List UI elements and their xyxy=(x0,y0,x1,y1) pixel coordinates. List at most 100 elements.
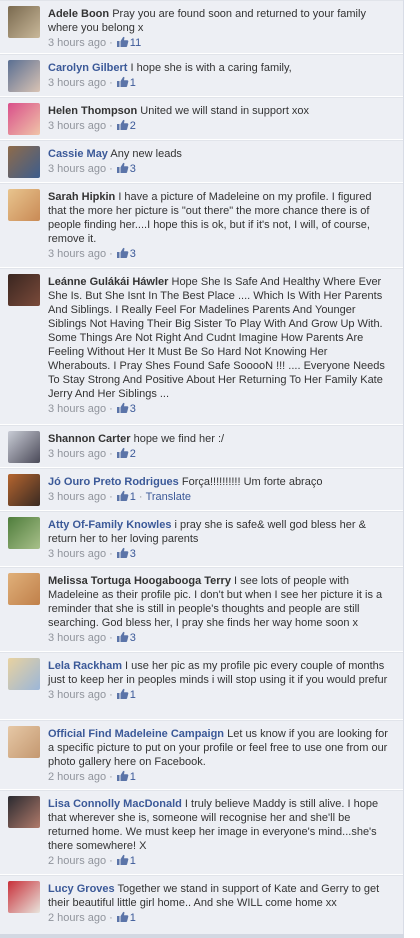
comment-text: Força!!!!!!!!!! Um forte abraço xyxy=(181,476,323,488)
comment-timestamp[interactable]: 3 hours ago xyxy=(48,120,106,132)
like-count-button[interactable]: 3 xyxy=(116,402,136,415)
thumbs-up-icon xyxy=(116,119,129,131)
like-count: 1 xyxy=(129,855,136,867)
like-count-button[interactable]: 1 xyxy=(116,76,136,89)
comment-body: Atty Of-Family Knowles i pray she is saf… xyxy=(48,518,392,561)
thumbs-up-icon xyxy=(116,547,129,559)
avatar[interactable] xyxy=(8,60,40,92)
list-bottom-border xyxy=(0,934,404,938)
comment-timestamp[interactable]: 3 hours ago xyxy=(48,77,106,89)
avatar[interactable] xyxy=(8,474,40,506)
comment-author[interactable]: Adele Boon xyxy=(48,8,109,20)
comment-timestamp[interactable]: 3 hours ago xyxy=(48,689,106,701)
comment-text-block: Shannon Carter hope we find her :/ xyxy=(48,432,392,446)
comment-body: Jó Ouro Preto Rodrigues Força!!!!!!!!!! … xyxy=(48,475,392,504)
comment-author[interactable]: Official Find Madeleine Campaign xyxy=(48,728,224,740)
like-count: 2 xyxy=(129,120,136,132)
comment-timestamp[interactable]: 3 hours ago xyxy=(48,632,106,644)
separator-dot: · xyxy=(109,771,113,783)
avatar[interactable] xyxy=(8,146,40,178)
like-count-button[interactable]: 2 xyxy=(116,119,136,132)
avatar[interactable] xyxy=(8,881,40,913)
comment-author[interactable]: Lucy Groves xyxy=(48,883,115,895)
like-count-button[interactable]: 11 xyxy=(116,36,141,49)
like-count: 1 xyxy=(129,491,136,503)
thumbs-up-icon xyxy=(116,911,129,923)
comment-author[interactable]: Cassie May xyxy=(48,148,108,160)
comment-text: I hope she is with a caring family, xyxy=(130,62,292,74)
comment-text-block: Melissa Tortuga Hoogabooga Terry I see l… xyxy=(48,574,392,630)
separator-dot: · xyxy=(109,403,113,415)
like-count-button[interactable]: 3 xyxy=(116,631,136,644)
separator-dot: · xyxy=(109,491,113,503)
comment-body: Lucy Groves Together we stand in support… xyxy=(48,882,392,925)
like-count-button[interactable]: 3 xyxy=(116,162,136,175)
separator-dot: · xyxy=(109,77,113,89)
avatar[interactable] xyxy=(8,517,40,549)
like-count-button[interactable]: 2 xyxy=(116,447,136,460)
like-count-button[interactable]: 3 xyxy=(116,547,136,560)
like-count-button[interactable]: 1 xyxy=(116,490,136,503)
comment-item: Leánne Gulákái Háwler Hope She Is Safe A… xyxy=(0,268,403,425)
comment-author[interactable]: Helen Thompson xyxy=(48,105,137,117)
thumbs-up-icon xyxy=(116,688,129,700)
comment-author[interactable]: Sarah Hipkin xyxy=(48,191,115,203)
like-count-button[interactable]: 1 xyxy=(116,911,136,924)
comment-author[interactable]: Leánne Gulákái Háwler xyxy=(48,276,168,288)
like-count-button[interactable]: 1 xyxy=(116,688,136,701)
avatar[interactable] xyxy=(8,274,40,306)
comment-text: Hope She Is Safe And Healthy Where Ever … xyxy=(48,276,385,400)
comment-text: United we will stand in support xox xyxy=(140,105,310,117)
comment-text: hope we find her :/ xyxy=(133,433,225,445)
comment-author[interactable]: Atty Of-Family Knowles xyxy=(48,519,171,531)
comment-author[interactable]: Lisa Connolly MacDonald xyxy=(48,798,182,810)
comment-timestamp[interactable]: 3 hours ago xyxy=(48,37,106,49)
separator-dot: · xyxy=(109,912,113,924)
thumbs-up-icon xyxy=(116,247,129,259)
avatar[interactable] xyxy=(8,6,40,38)
comment-timestamp[interactable]: 3 hours ago xyxy=(48,403,106,415)
like-count: 1 xyxy=(129,689,136,701)
comment-item: Carolyn Gilbert I hope she is with a car… xyxy=(0,54,403,97)
comment-timestamp[interactable]: 3 hours ago xyxy=(48,548,106,560)
separator-dot: · xyxy=(109,120,113,132)
translate-link[interactable]: Translate xyxy=(146,491,191,503)
avatar[interactable] xyxy=(8,726,40,758)
comment-body: Helen Thompson United we will stand in s… xyxy=(48,104,392,133)
avatar[interactable] xyxy=(8,103,40,135)
separator-dot: · xyxy=(109,548,113,560)
comment-meta: 3 hours ago · 2 xyxy=(48,447,392,461)
comment-timestamp[interactable]: 2 hours ago xyxy=(48,912,106,924)
comment-text-block: Helen Thompson United we will stand in s… xyxy=(48,104,392,118)
avatar[interactable] xyxy=(8,796,40,828)
comment-body: Adele Boon Pray you are found soon and r… xyxy=(48,7,392,50)
separator-dot: · xyxy=(109,248,113,260)
thumbs-up-icon xyxy=(116,76,129,88)
like-count-button[interactable]: 1 xyxy=(116,770,136,783)
like-count-button[interactable]: 3 xyxy=(116,247,136,260)
like-count: 1 xyxy=(129,912,136,924)
comment-author[interactable]: Melissa Tortuga Hoogabooga Terry xyxy=(48,575,231,587)
comment-timestamp[interactable]: 3 hours ago xyxy=(48,448,106,460)
comment-text-block: Lisa Connolly MacDonald I truly believe … xyxy=(48,797,392,853)
comment-timestamp[interactable]: 3 hours ago xyxy=(48,163,106,175)
comment-timestamp[interactable]: 2 hours ago xyxy=(48,855,106,867)
comment-author[interactable]: Lela Rackham xyxy=(48,660,122,672)
avatar[interactable] xyxy=(8,573,40,605)
comment-body: Cassie May Any new leads 3 hours ago · 3 xyxy=(48,147,392,176)
thumbs-up-icon xyxy=(116,490,129,502)
comment-timestamp[interactable]: 2 hours ago xyxy=(48,771,106,783)
comment-text: Any new leads xyxy=(110,148,182,160)
comment-timestamp[interactable]: 3 hours ago xyxy=(48,248,106,260)
comment-timestamp[interactable]: 3 hours ago xyxy=(48,491,106,503)
comment-author[interactable]: Shannon Carter xyxy=(48,433,131,445)
avatar[interactable] xyxy=(8,431,40,463)
comment-item: Adele Boon Pray you are found soon and r… xyxy=(0,0,403,54)
comment-meta: 3 hours ago · 1 xyxy=(48,76,392,90)
comment-author[interactable]: Carolyn Gilbert xyxy=(48,62,127,74)
comment-author[interactable]: Jó Ouro Preto Rodrigues xyxy=(48,476,179,488)
avatar[interactable] xyxy=(8,658,40,690)
thumbs-up-icon xyxy=(116,770,129,782)
avatar[interactable] xyxy=(8,189,40,221)
like-count-button[interactable]: 1 xyxy=(116,854,136,867)
